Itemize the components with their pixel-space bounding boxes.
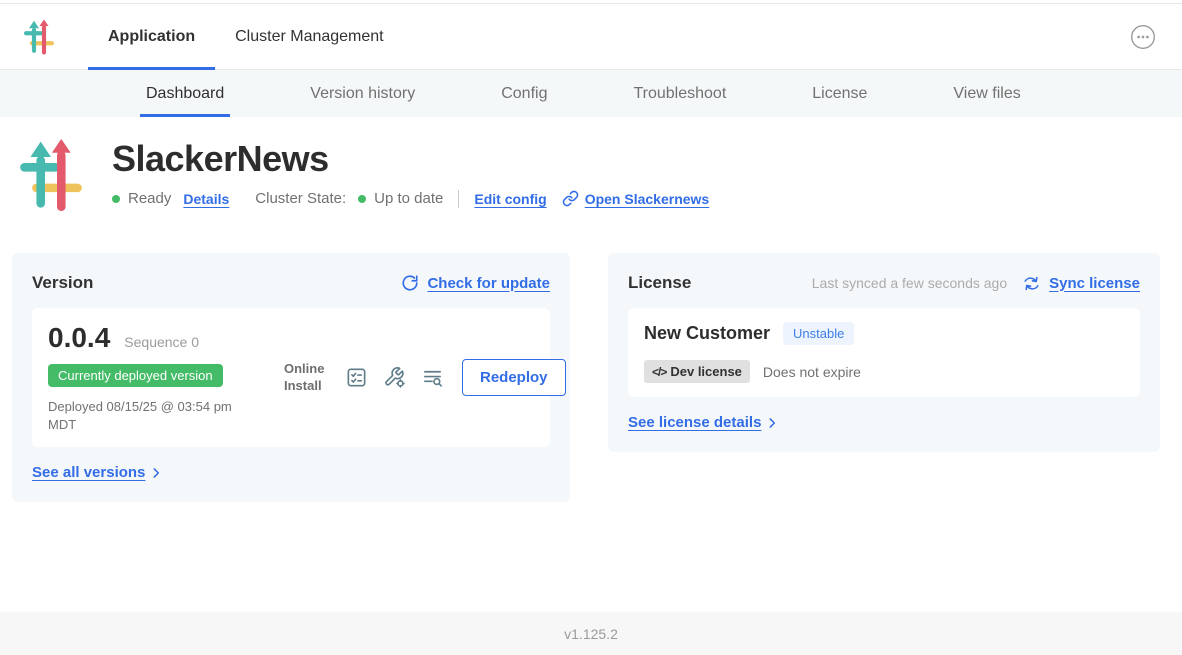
subnav-version-history[interactable]: Version history — [304, 70, 421, 117]
license-card-title: License — [628, 273, 691, 293]
version-card-title: Version — [32, 273, 93, 293]
app-status-dot — [112, 195, 120, 203]
redeploy-button[interactable]: Redeploy — [462, 359, 566, 396]
subnav-license[interactable]: License — [806, 70, 873, 117]
open-app-link[interactable]: Open Slackernews — [562, 190, 710, 207]
app-logo-icon — [24, 19, 54, 55]
app-status-text: Ready — [128, 190, 171, 207]
see-license-details-link[interactable]: See license details — [628, 414, 779, 431]
check-for-update-link[interactable]: Check for update — [401, 274, 550, 292]
chevron-right-icon — [149, 466, 163, 480]
code-icon: </> — [652, 365, 666, 379]
chevron-right-icon — [765, 416, 779, 430]
sync-icon — [1022, 274, 1041, 293]
current-version-panel: 0.0.4 Sequence 0 Currently deployed vers… — [32, 308, 550, 447]
deployed-timestamp: Deployed 08/15/25 @ 03:54 pm MDT — [48, 398, 238, 433]
subnav-config[interactable]: Config — [495, 70, 553, 117]
app-subnav: Dashboard Version history Config Trouble… — [0, 70, 1182, 117]
tab-application[interactable]: Application — [88, 4, 215, 69]
status-divider — [458, 190, 459, 208]
overflow-menu-button[interactable] — [1130, 24, 1156, 50]
app-footer: v1.125.2 — [0, 612, 1182, 655]
last-synced-text: Last synced a few seconds ago — [812, 275, 1007, 291]
details-link[interactable]: Details — [183, 191, 229, 207]
version-number: 0.0.4 — [48, 322, 110, 354]
customer-name: New Customer — [644, 323, 770, 344]
tab-cluster-management[interactable]: Cluster Management — [215, 4, 404, 69]
sequence-label: Sequence 0 — [124, 334, 199, 350]
deployed-badge: Currently deployed version — [48, 364, 223, 387]
see-all-versions-link[interactable]: See all versions — [32, 464, 163, 481]
channel-badge: Unstable — [783, 322, 854, 345]
refresh-icon — [401, 274, 419, 292]
cluster-state-value: Up to date — [374, 190, 443, 207]
link-icon — [562, 190, 579, 207]
install-type-label: Online Install — [284, 361, 330, 395]
preflight-checks-icon[interactable] — [345, 366, 368, 389]
console-version: v1.125.2 — [564, 626, 618, 642]
version-card: Version Check for update 0.0.4 Se — [12, 253, 570, 502]
app-hero: SlackerNews Ready Details Cluster State:… — [0, 117, 1182, 211]
config-wrench-icon[interactable] — [383, 366, 406, 389]
cluster-state-label: Cluster State: — [255, 190, 346, 207]
header-tabs: Application Cluster Management — [88, 4, 404, 69]
cluster-state-dot — [358, 195, 366, 203]
license-card: License Last synced a few seconds ago Sy… — [608, 253, 1160, 452]
license-type-badge: </> Dev license — [644, 360, 750, 383]
subnav-troubleshoot[interactable]: Troubleshoot — [627, 70, 732, 117]
ellipsis-icon — [1130, 24, 1156, 50]
license-detail-panel: New Customer Unstable </> Dev license Do… — [628, 308, 1140, 397]
license-expiration: Does not expire — [763, 364, 861, 380]
page-title: SlackerNews — [112, 139, 709, 179]
edit-config-link[interactable]: Edit config — [474, 191, 546, 207]
subnav-dashboard[interactable]: Dashboard — [140, 70, 230, 117]
sync-license-link[interactable]: Sync license — [1022, 274, 1140, 293]
dashboard-cards: Version Check for update 0.0.4 Se — [0, 253, 1182, 502]
version-actions: Online Install — [284, 359, 566, 396]
app-status-row: Ready Details Cluster State: Up to date … — [112, 190, 709, 208]
app-header: Application Cluster Management — [0, 4, 1182, 70]
app-logo-large-icon — [20, 139, 82, 211]
subnav-view-files[interactable]: View files — [947, 70, 1026, 117]
deploy-logs-icon[interactable] — [421, 366, 444, 389]
